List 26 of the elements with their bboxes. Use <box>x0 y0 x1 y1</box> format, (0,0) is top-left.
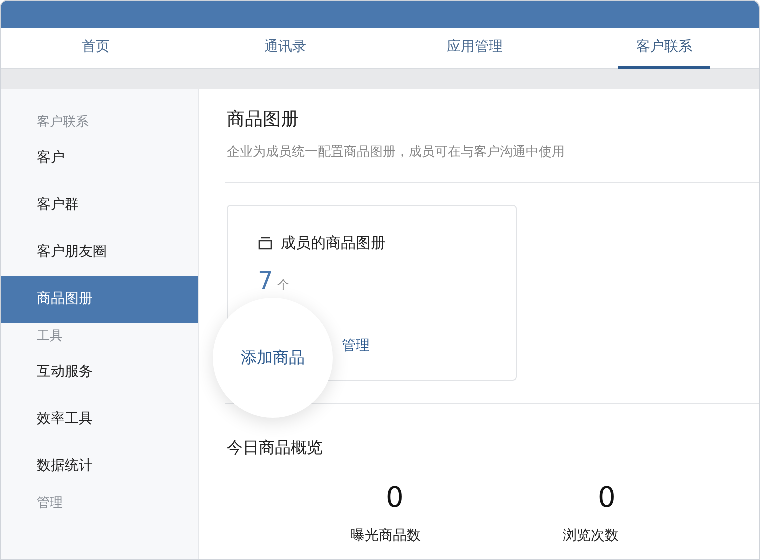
page-subtitle: 企业为成员统一配置商品图册，成员可在与客户沟通中使用 <box>227 144 566 162</box>
nav-tab[interactable]: 通讯录 <box>246 28 324 69</box>
add-product-link[interactable]: 添加商品 <box>241 346 305 370</box>
sidebar-item[interactable]: 数据统计 <box>1 443 198 490</box>
sidebar-group-label: 工具 <box>36 328 64 346</box>
album-count: 7 <box>258 266 274 295</box>
page-title: 商品图册 <box>227 109 300 131</box>
nav-tab[interactable]: 应用管理 <box>428 28 521 69</box>
stat-label: 曝光商品数 <box>351 527 421 546</box>
album-icon <box>258 236 273 250</box>
sidebar-item[interactable]: 客户朋友圈 <box>1 229 198 276</box>
count-unit: 个 <box>277 278 290 292</box>
sidebar-item[interactable]: 客户 <box>1 135 198 182</box>
manage-link[interactable]: 管理 <box>342 338 370 354</box>
stat-value: 0 <box>386 484 404 512</box>
sidebar-item[interactable]: 客户群 <box>1 182 198 229</box>
sidebar-group-label: 管理 <box>36 495 64 513</box>
sidebar-item[interactable]: 商品图册 <box>1 276 198 323</box>
nav-tab[interactable]: 首页 <box>64 28 128 69</box>
sidebar-group-label: 客户联系 <box>36 114 90 132</box>
sidebar-item[interactable]: 互动服务 <box>1 349 198 396</box>
stat-label: 浏览次数 <box>563 527 619 546</box>
stat-value: 0 <box>598 484 616 512</box>
overview-title: 今日商品概览 <box>227 437 324 460</box>
sidebar-item[interactable]: 效率工具 <box>1 396 198 443</box>
card-title: 成员的商品图册 <box>281 233 386 254</box>
